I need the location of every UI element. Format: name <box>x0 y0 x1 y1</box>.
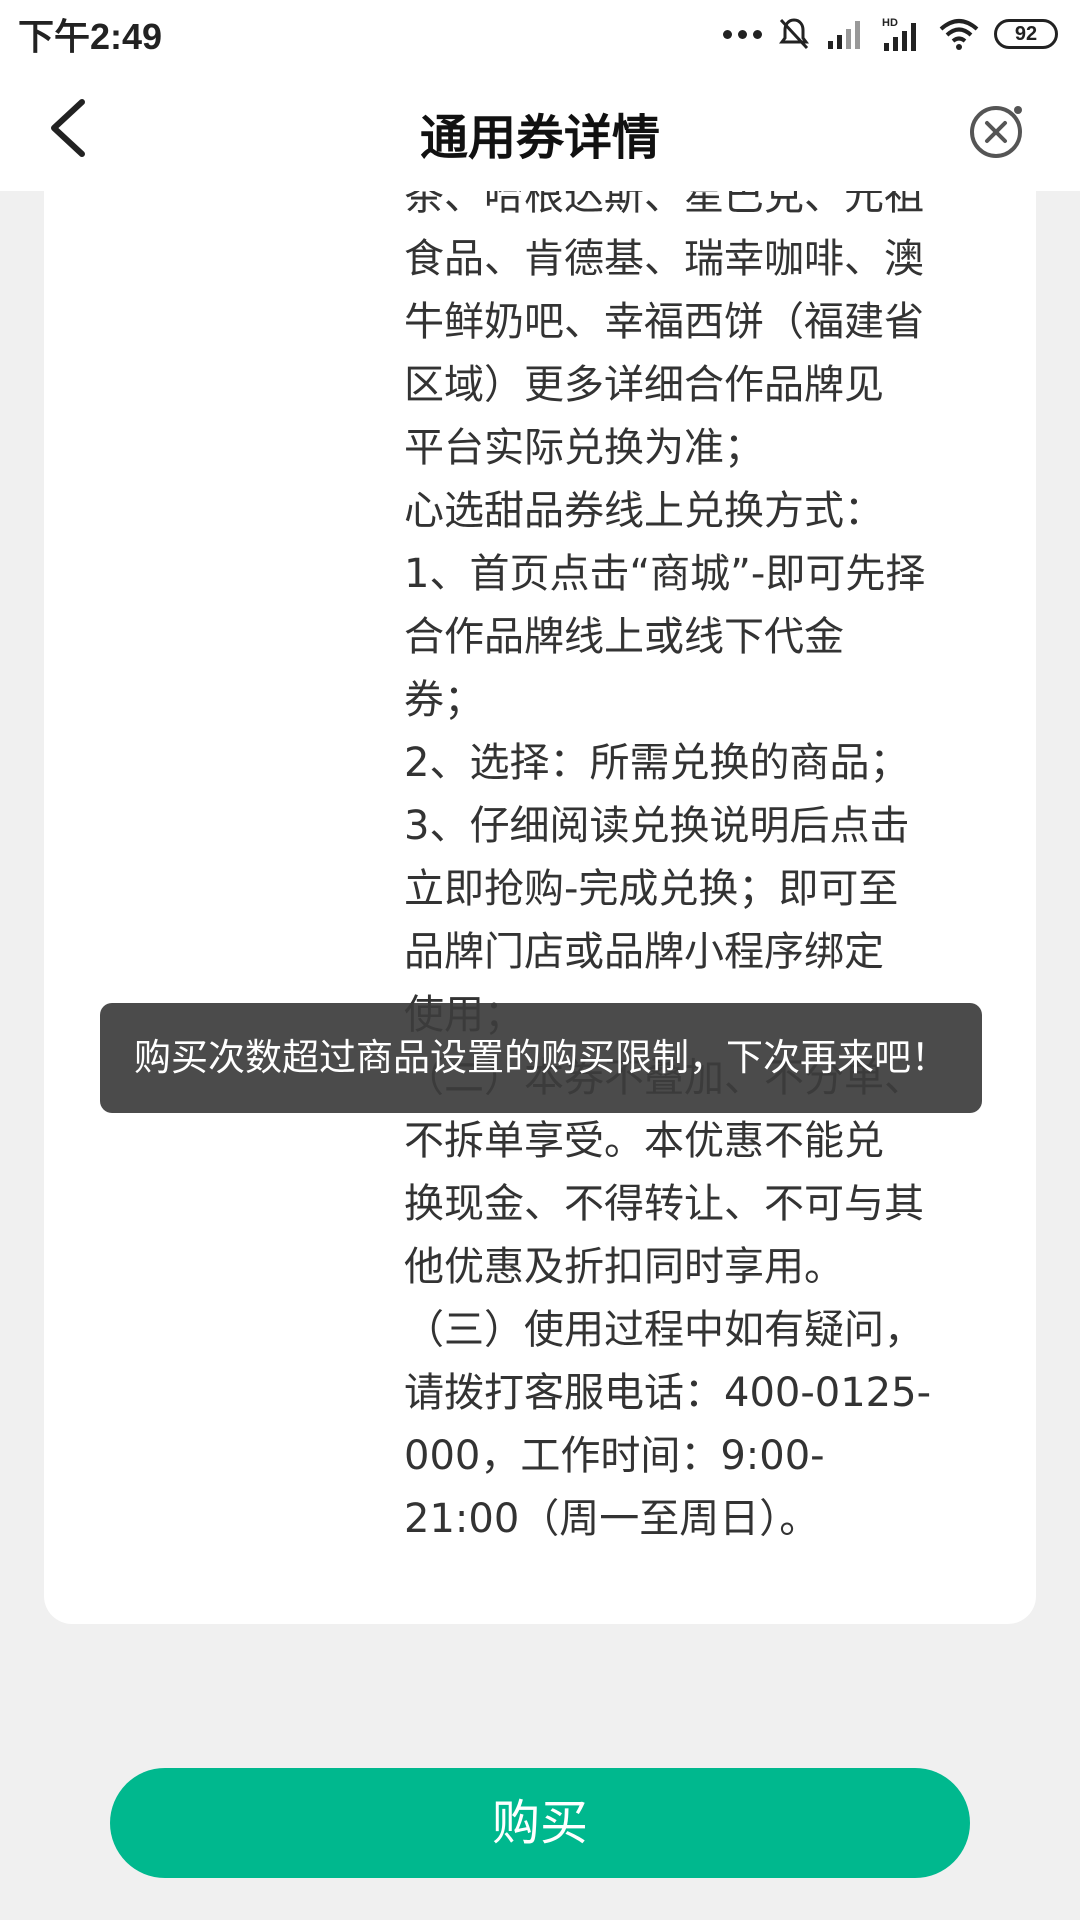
rules-line: 2、选择：所需兑换的商品； <box>404 740 910 786</box>
purchase-limit-toast: 购买次数超过商品设置的购买限制，下次再来吧！ <box>100 1003 982 1113</box>
rules-line: 品牌门店或品牌小程序绑定 <box>404 929 884 975</box>
rules-line: 券； <box>404 677 484 723</box>
rules-line: 平台实际兑换为准； <box>404 425 764 471</box>
page-title: 通用券详情 <box>419 110 660 166</box>
svg-text:HD: HD <box>882 17 898 29</box>
rules-line: 合作品牌线上或线下代金 <box>404 614 844 660</box>
rules-line: 21:00（周一至周日）。 <box>404 1496 820 1542</box>
rules-line: 食品、肯德基、瑞幸咖啡、澳 <box>404 236 924 282</box>
coupon-detail-card: 茶、哈根达斯、星巴克、元祖食品、肯德基、瑞幸咖啡、澳 牛鲜奶吧、幸福西饼（福建省区… <box>44 191 1036 1624</box>
hd-signal-icon: HD <box>882 17 916 51</box>
status-time: 下午2:49 <box>18 16 163 57</box>
usage-rules-text: 茶、哈根达斯、星巴克、元祖食品、肯德基、瑞幸咖啡、澳 牛鲜奶吧、幸福西饼（福建省区… <box>404 191 994 1551</box>
battery-icon: 92 <box>994 19 1058 49</box>
close-circle-icon[interactable] <box>968 100 1028 160</box>
rules-line: 请拨打客服电话：400-0125- <box>404 1370 932 1416</box>
wifi-icon <box>939 19 979 50</box>
rules-line: （三）使用过程中如有疑问， <box>404 1307 924 1353</box>
rules-line: 牛鲜奶吧、幸福西饼（福建省 <box>404 299 924 345</box>
rules-line: 他优惠及折扣同时享用。 <box>404 1244 844 1290</box>
status-icons: HD 92 <box>723 14 1058 54</box>
rules-line: 区域）更多详细合作品牌见 <box>404 362 884 408</box>
rules-line: 换现金、不得转让、不可与其 <box>404 1181 924 1227</box>
more-dots-icon <box>723 29 762 39</box>
status-bar: 下午2:49 HD 92 <box>0 0 1080 66</box>
header-bar: 通用券详情 <box>0 66 1080 191</box>
rules-line: 1、首页点击“商城”-即可先择 <box>404 551 926 597</box>
rules-line: 3、仔细阅读兑换说明后点击 <box>404 803 910 849</box>
rules-line: 不拆单享受。本优惠不能兑 <box>404 1118 884 1164</box>
rules-line: 000，工作时间：9:00- <box>404 1433 825 1479</box>
rules-line: 心选甜品券线上兑换方式： <box>404 488 884 534</box>
buy-button[interactable]: 购买 <box>110 1768 970 1878</box>
rules-line: 立即抢购-完成兑换；即可至 <box>404 866 899 912</box>
signal-icon <box>828 21 860 49</box>
rules-line: 茶、哈根达斯、星巴克、元祖 <box>404 191 924 219</box>
mute-bell-icon <box>779 18 809 50</box>
